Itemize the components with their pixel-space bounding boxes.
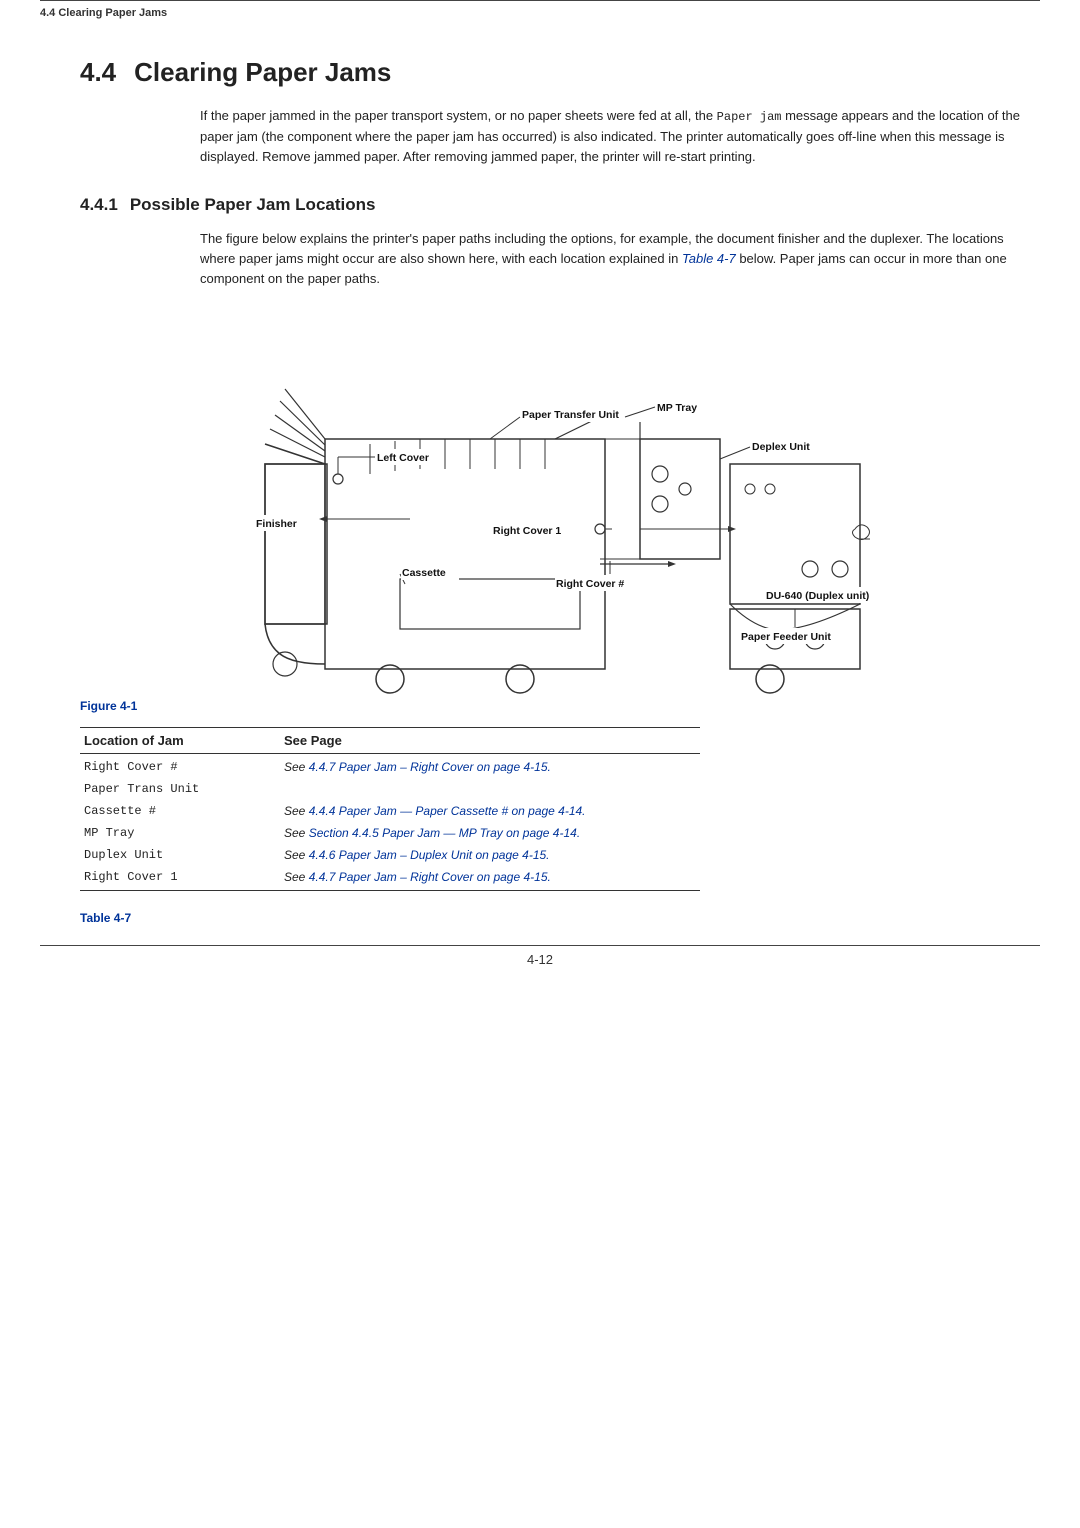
- table-container: Location of Jam See Page Right Cover # S…: [80, 727, 1040, 891]
- location-cell: Right Cover #: [80, 754, 280, 779]
- right-cover-hash-label: Right Cover #: [556, 578, 624, 590]
- see-page-link[interactable]: 4.4.6 Paper Jam – Duplex Unit on page 4-…: [309, 848, 550, 862]
- paper-transfer-unit-label: Paper Transfer Unit: [522, 409, 619, 421]
- section-title: 4.4 Clearing Paper Jams: [80, 57, 1040, 88]
- top-rule: [40, 0, 1040, 7]
- printer-svg: Left Cover Paper Transfer Unit MP Tray D…: [210, 309, 910, 694]
- table-row: Duplex Unit See 4.4.6 Paper Jam – Duplex…: [80, 844, 700, 866]
- right-cover-1-label: Right Cover 1: [493, 525, 561, 537]
- section-number: 4.4: [80, 57, 116, 87]
- see-page-cell: See 4.4.4 Paper Jam — Paper Cassette # o…: [280, 800, 700, 822]
- location-cell: Cassette #: [80, 800, 280, 822]
- printer-diagram: Left Cover Paper Transfer Unit MP Tray D…: [210, 309, 910, 689]
- table-row: Cassette # See 4.4.4 Paper Jam — Paper C…: [80, 800, 700, 822]
- du640-label: DU-640 (Duplex unit): [766, 590, 869, 602]
- cassette-label: Cassette: [402, 567, 446, 579]
- paper-jam-code: Paper jam: [717, 110, 782, 124]
- subsection-title: 4.4.1 Possible Paper Jam Locations: [80, 195, 1040, 215]
- col-location: Location of Jam: [80, 728, 280, 754]
- table-header: Location of Jam See Page: [80, 728, 700, 754]
- page-number: 4-12: [527, 952, 553, 967]
- subsection-paragraph: The figure below explains the printer's …: [200, 229, 1040, 289]
- mp-tray-label: MP Tray: [657, 402, 697, 414]
- location-cell: Right Cover 1: [80, 866, 280, 891]
- subsection-content: The figure below explains the printer's …: [200, 229, 1040, 289]
- see-page-cell: See 4.4.7 Paper Jam – Right Cover on pag…: [280, 754, 700, 801]
- location-cell: Duplex Unit: [80, 844, 280, 866]
- figure-label: Figure 4-1: [80, 699, 1040, 713]
- subsection-number: 4.4.1: [80, 195, 118, 214]
- section-title-text: Clearing Paper Jams: [134, 57, 391, 87]
- table-row: Right Cover 1 See 4.4.7 Paper Jam – Righ…: [80, 866, 700, 891]
- table-header-row: Location of Jam See Page: [80, 728, 700, 754]
- page-footer: 4-12: [40, 945, 1040, 967]
- table-label: Table 4-7: [80, 911, 1040, 925]
- table-row: MP Tray See Section 4.4.5 Paper Jam — MP…: [80, 822, 700, 844]
- table-row: Right Cover # See 4.4.7 Paper Jam – Righ…: [80, 754, 700, 779]
- see-page-cell: See Section 4.4.5 Paper Jam — MP Tray on…: [280, 822, 700, 844]
- intro-content: If the paper jammed in the paper transpo…: [200, 106, 1040, 167]
- see-page-link[interactable]: 4.4.4 Paper Jam — Paper Cassette # on pa…: [309, 804, 586, 818]
- page: 4.4 Clearing Paper Jams 4.4 Clearing Pape…: [0, 0, 1080, 1528]
- jam-table: Location of Jam See Page Right Cover # S…: [80, 727, 700, 891]
- finisher-label: Finisher: [256, 518, 297, 530]
- breadcrumb: 4.4 Clearing Paper Jams: [40, 7, 1040, 27]
- subsection-title-text: Possible Paper Jam Locations: [130, 195, 376, 214]
- left-cover-label: Left Cover: [377, 452, 429, 464]
- see-page-cell: See 4.4.7 Paper Jam – Right Cover on pag…: [280, 866, 700, 891]
- figure-container: Left Cover Paper Transfer Unit MP Tray D…: [80, 309, 1040, 689]
- table-ref-link[interactable]: Table 4-7: [682, 251, 736, 266]
- col-see-page: See Page: [280, 728, 700, 754]
- see-page-cell: See 4.4.6 Paper Jam – Duplex Unit on pag…: [280, 844, 700, 866]
- paper-feeder-unit-label: Paper Feeder Unit: [741, 631, 831, 643]
- deplex-unit-label: Deplex Unit: [752, 441, 810, 453]
- intro-paragraph: If the paper jammed in the paper transpo…: [200, 106, 1040, 167]
- table-body: Right Cover # See 4.4.7 Paper Jam – Righ…: [80, 754, 700, 891]
- location-cell: MP Tray: [80, 822, 280, 844]
- see-page-link[interactable]: 4.4.7 Paper Jam – Right Cover on page 4-…: [309, 870, 551, 884]
- location-cell: Paper Trans Unit: [80, 778, 280, 800]
- see-page-link[interactable]: 4.4.7 Paper Jam – Right Cover on page 4-…: [309, 760, 551, 774]
- see-page-link[interactable]: Section 4.4.5 Paper Jam — MP Tray on pag…: [309, 826, 580, 840]
